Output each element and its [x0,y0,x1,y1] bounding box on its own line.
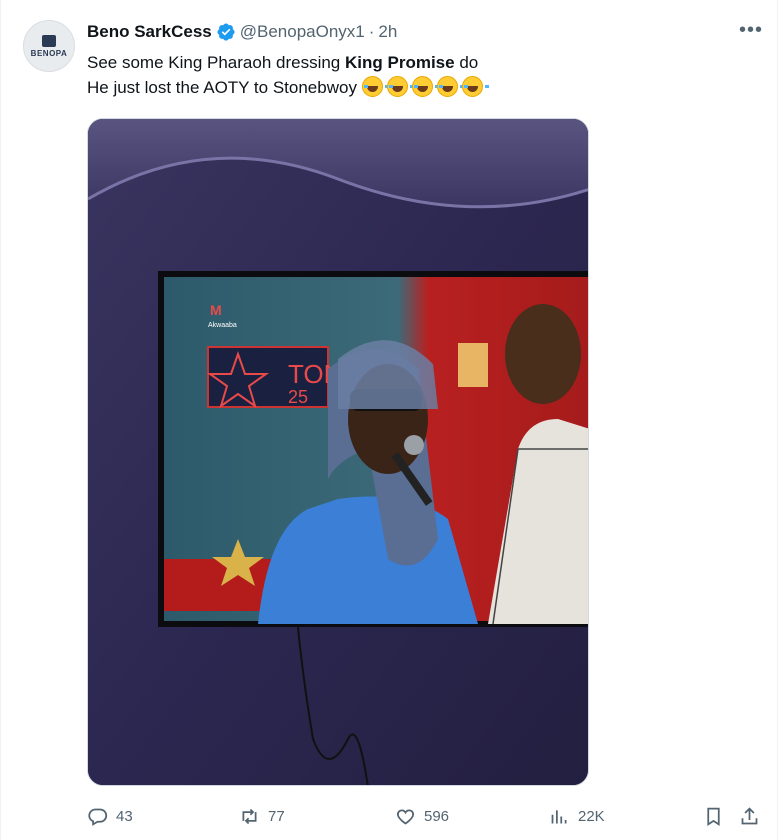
analytics-icon [551,810,567,824]
tweet-text-segment: See some King Pharaoh dressing [87,53,345,72]
tweet-text-segment: do [454,53,479,72]
reply-count: 43 [116,808,133,825]
like-button[interactable]: 596 [395,806,449,827]
photo-illustration: TOM 25 M Akwaaba [88,119,588,785]
tweet: BENOPA Beno SarkCess @BenopaOnyx1 · 2h •… [0,0,778,840]
author-handle[interactable]: @BenopaOnyx1 [240,22,365,42]
tweet-text-segment: He just lost the AOTY to Stonebwoy [87,78,362,97]
tweet-text-bold: King Promise [345,53,455,72]
reply-button[interactable]: 43 [87,806,133,827]
svg-text:Akwaaba: Akwaaba [208,322,237,329]
laughing-emoji-icon [361,76,389,97]
repost-button[interactable]: 77 [239,806,285,827]
tweet-text-line-2: He just lost the AOTY to Stonebwoy [87,75,727,100]
avatar[interactable]: BENOPA [23,20,75,72]
action-bar: 43 77 596 22K [87,800,767,834]
bookmark-button[interactable] [703,806,732,827]
svg-text:M: M [210,302,222,318]
bookmark-icon [707,807,720,827]
avatar-logo-mark [42,34,56,47]
tweet-text-line-1: See some King Pharaoh dressing King Prom… [87,50,727,75]
like-count: 596 [424,808,450,825]
svg-text:25: 25 [288,387,308,407]
more-options-icon[interactable]: ••• [739,20,763,40]
laughing-emoji-icon [386,76,414,97]
share-button[interactable] [739,806,768,827]
laughing-emoji-icon [411,76,439,97]
heart-icon [396,809,415,825]
views-button[interactable]: 22K [549,806,605,827]
verified-badge-icon [217,23,235,41]
repost-icon [242,808,257,825]
tweet-photo[interactable]: TOM 25 M Akwaaba [87,118,589,786]
reply-icon [88,808,108,826]
laughing-emoji-icon [461,76,489,97]
repost-count: 77 [268,808,285,825]
tweet-header: Beno SarkCess @BenopaOnyx1 · 2h [87,22,397,42]
view-count: 22K [578,808,605,825]
share-icon [741,807,758,825]
timestamp[interactable]: 2h [378,22,397,42]
author-name[interactable]: Beno SarkCess [87,22,212,42]
avatar-brand-text: BENOPA [30,48,68,58]
separator-dot: · [368,22,375,41]
tweet-text: See some King Pharaoh dressing King Prom… [87,50,727,100]
laughing-emoji-icon [436,76,464,97]
